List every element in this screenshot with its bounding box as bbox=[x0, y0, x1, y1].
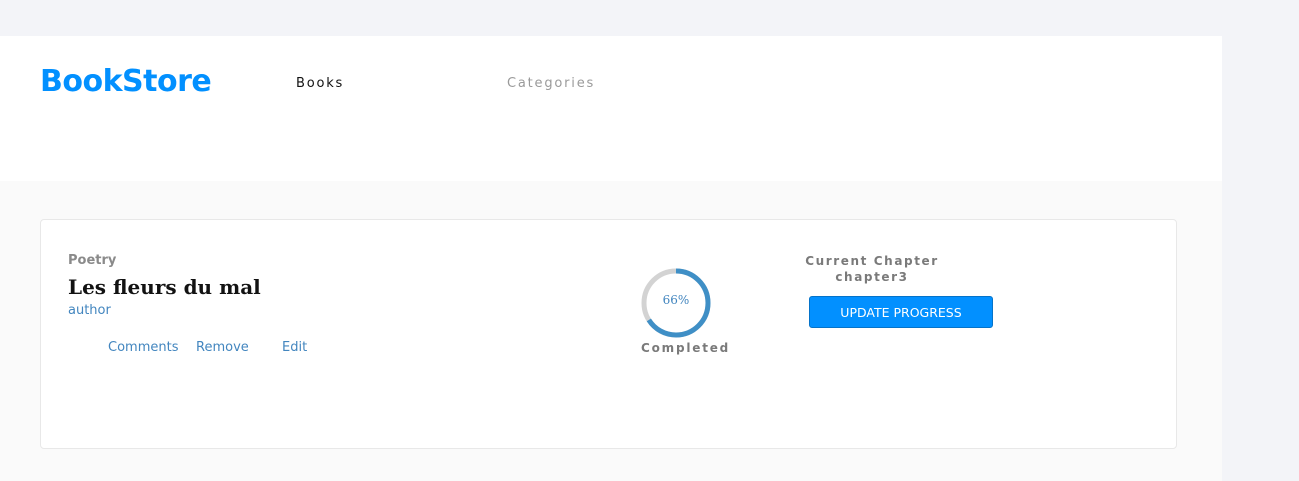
remove-button[interactable]: Remove bbox=[196, 340, 249, 355]
progress-status: Completed bbox=[641, 341, 731, 355]
book-author: author bbox=[68, 303, 111, 318]
current-chapter-label: Current Chapter bbox=[805, 254, 939, 268]
edit-button[interactable]: Edit bbox=[282, 340, 307, 355]
progress-circle: 66% bbox=[640, 267, 712, 339]
book-genre: Poetry bbox=[68, 253, 117, 268]
book-card: Poetry Les fleurs du mal author Comments… bbox=[40, 219, 1177, 449]
app-container: BookStore Books Categories Poetry Les fl… bbox=[0, 36, 1222, 481]
nav-books[interactable]: Books bbox=[296, 76, 344, 91]
current-chapter-value: chapter3 bbox=[835, 270, 909, 284]
progress-percent: 66% bbox=[662, 293, 690, 307]
current-chapter: Current Chapter chapter3 bbox=[801, 253, 943, 285]
comments-button[interactable]: Comments bbox=[108, 340, 178, 355]
logo[interactable]: BookStore bbox=[40, 64, 212, 99]
update-progress-button[interactable]: UPDATE PROGRESS bbox=[809, 296, 993, 328]
header: BookStore Books Categories bbox=[0, 36, 1222, 181]
book-title: Les fleurs du mal bbox=[68, 275, 261, 299]
nav-categories[interactable]: Categories bbox=[507, 76, 595, 91]
